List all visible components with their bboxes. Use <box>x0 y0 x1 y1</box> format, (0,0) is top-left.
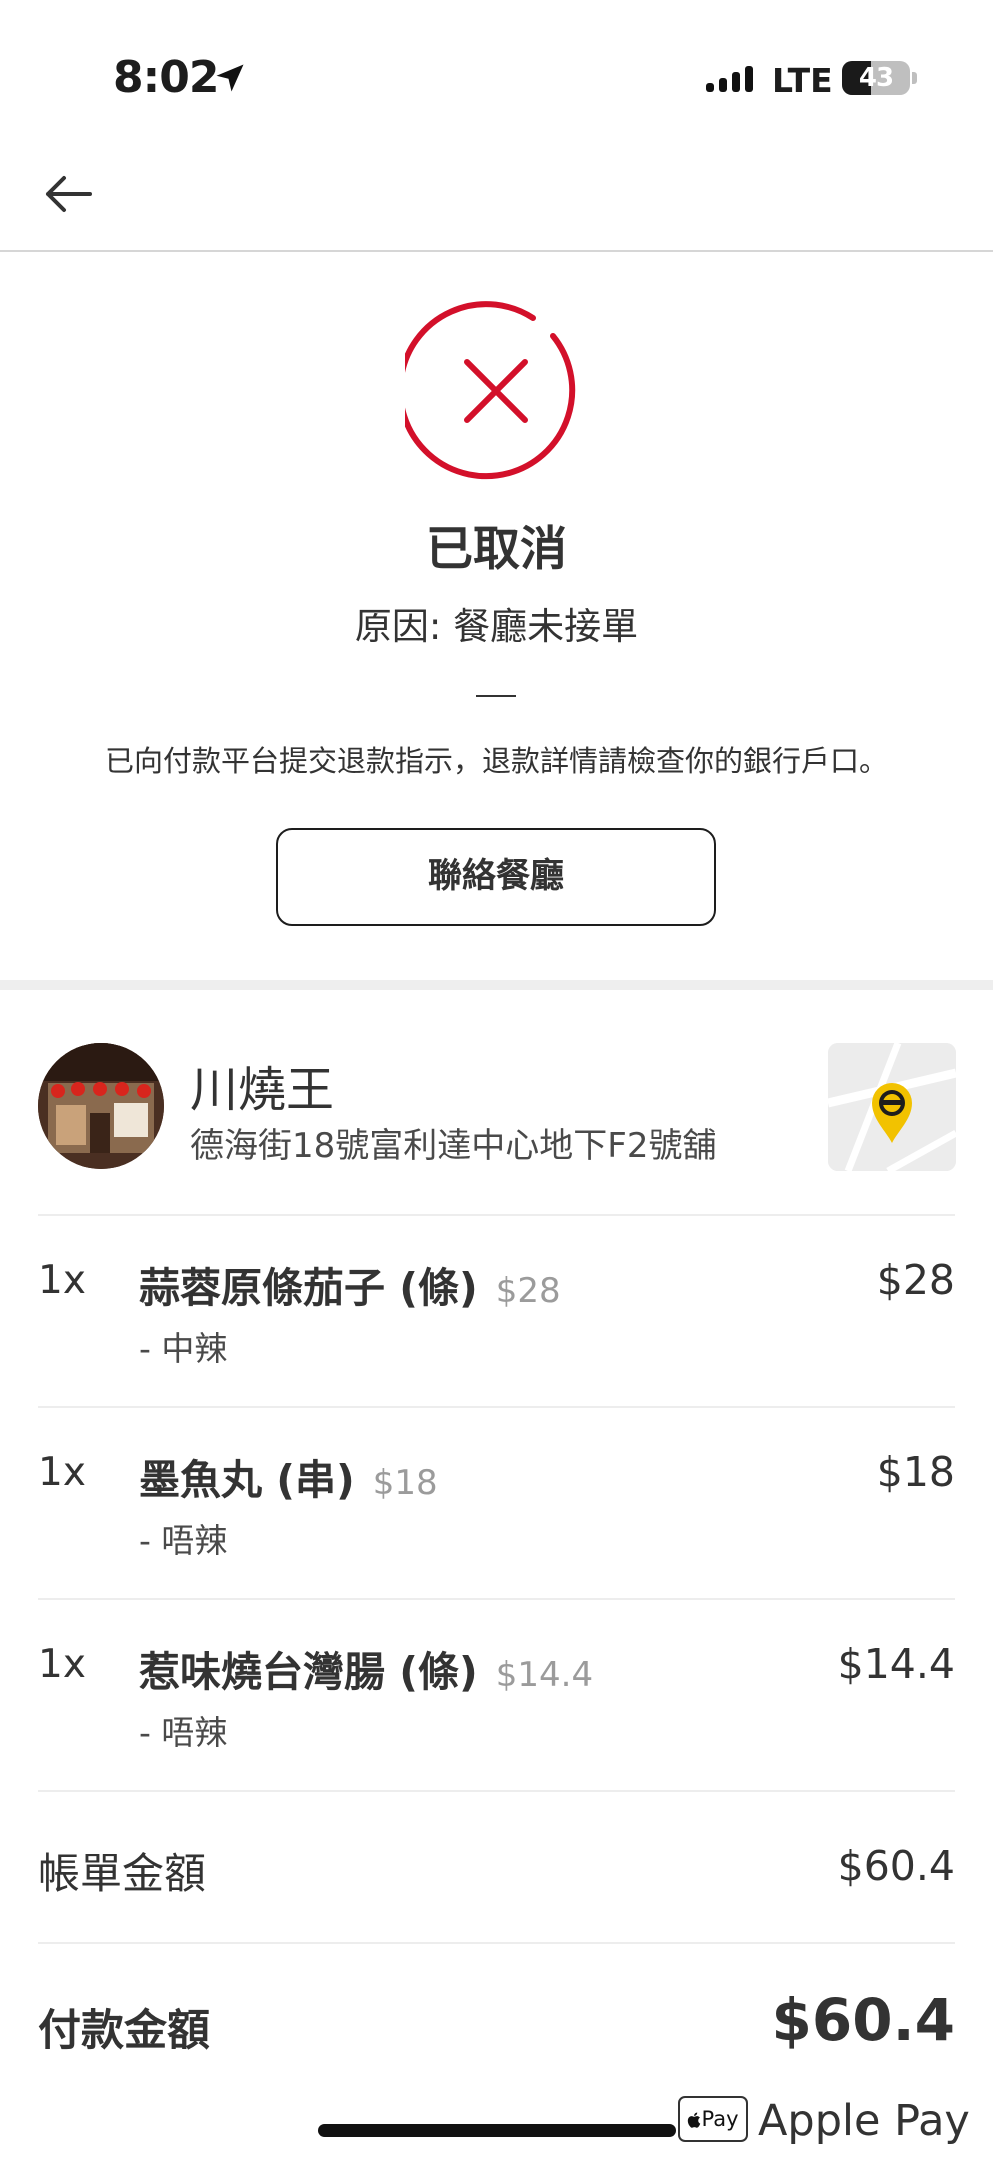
item-name: 蒜蓉原條茄子 (條) $28 <box>139 1254 561 1314</box>
divider <box>38 1790 955 1792</box>
item-qty: 1x <box>38 1642 86 1687</box>
item-option: - 唔辣 <box>139 1521 228 1560</box>
apple-logo-icon <box>688 2112 701 2128</box>
location-arrow-icon <box>216 64 244 92</box>
item-unit-price: $18 <box>372 1463 438 1503</box>
item-name: 墨魚丸 (串) $18 <box>139 1446 438 1506</box>
cancel-reason: 原因: 餐廳未接單 <box>354 605 639 648</box>
item-name-text: 墨魚丸 (串) <box>139 1456 355 1504</box>
payment-amount-label: 付款金額 <box>38 2006 210 2056</box>
restaurant-address: 德海街18號富利達中心地下F2號舖 <box>190 1126 717 1166</box>
item-option: - 中辣 <box>139 1329 228 1368</box>
item-line-price: $28 <box>876 1256 955 1304</box>
payment-method: Apple Pay <box>758 2096 970 2146</box>
short-divider <box>476 695 516 697</box>
signal-icon <box>706 66 753 92</box>
divider <box>38 1942 955 1944</box>
restaurant-avatar <box>38 1043 164 1169</box>
item-name-text: 蒜蓉原條茄子 (條) <box>139 1264 478 1312</box>
divider <box>38 1598 955 1600</box>
contact-restaurant-button[interactable]: 聯絡餐廳 <box>276 828 716 926</box>
item-qty: 1x <box>38 1258 86 1303</box>
item-qty: 1x <box>38 1450 86 1495</box>
battery-level: 43 <box>858 63 894 93</box>
divider <box>38 1214 955 1216</box>
bill-amount-value: $60.4 <box>837 1842 955 1890</box>
map-thumbnail[interactable] <box>828 1043 956 1171</box>
status-time: 8:02 <box>113 52 219 103</box>
payment-amount-value: $60.4 <box>771 1986 955 2054</box>
item-line-price: $18 <box>876 1448 955 1496</box>
network-label: LTE <box>772 61 833 100</box>
item-unit-price: $28 <box>495 1271 561 1311</box>
bill-amount-label: 帳單金額 <box>38 1849 207 1898</box>
battery-cap <box>912 72 917 84</box>
status-bar: 8:02 LTE 43 <box>0 0 993 150</box>
item-name: 惹味燒台灣腸 (條) $14.4 <box>139 1638 593 1698</box>
item-unit-price: $14.4 <box>495 1655 594 1695</box>
restaurant-name[interactable]: 川燒王 <box>190 1050 334 1120</box>
battery-indicator: 43 <box>842 61 910 95</box>
header-divider <box>0 250 993 252</box>
item-line-price: $14.4 <box>837 1640 955 1688</box>
back-arrow-icon[interactable] <box>40 166 96 222</box>
order-status-title: 已取消 <box>426 522 567 577</box>
apple-pay-badge: Pay <box>678 2096 748 2142</box>
item-name-text: 惹味燒台灣腸 (條) <box>139 1648 478 1696</box>
refund-note: 已向付款平台提交退款指示，退款詳情請檢查你的銀行戶口。 <box>104 744 888 778</box>
item-option: - 唔辣 <box>139 1713 228 1752</box>
apple-pay-badge-text: Pay <box>701 2107 739 2131</box>
divider <box>38 1406 955 1408</box>
cancel-x-icon <box>405 301 576 480</box>
section-divider <box>0 980 993 990</box>
home-indicator[interactable] <box>318 2124 676 2137</box>
